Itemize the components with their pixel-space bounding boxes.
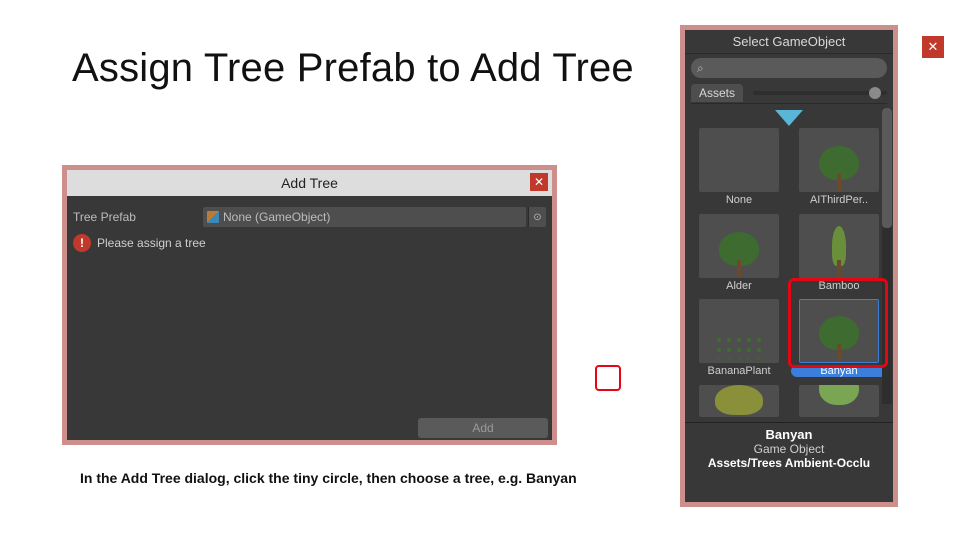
selection-details: Banyan Game Object Assets/Trees Ambient-… xyxy=(685,422,893,476)
add-tree-dialog: Add Tree ✕ Tree Prefab None (GameObject)… xyxy=(62,165,557,445)
close-icon[interactable]: ✕ xyxy=(922,36,944,58)
tab-assets[interactable]: Assets xyxy=(691,84,743,102)
add-button[interactable]: Add xyxy=(418,418,548,438)
search-input[interactable]: ⌕ xyxy=(691,58,887,78)
asset-tile-none[interactable]: None xyxy=(691,128,787,210)
selection-type: Game Object xyxy=(685,442,893,456)
add-tree-title: Add Tree xyxy=(281,175,338,191)
asset-label: AIThirdPer.. xyxy=(791,194,887,206)
warning-icon: ! xyxy=(73,234,91,252)
annotation-highlight xyxy=(595,365,621,391)
thumbnail-icon xyxy=(699,385,779,417)
thumbnail-icon xyxy=(699,299,779,363)
thumbnail-icon xyxy=(799,214,879,278)
add-tree-body xyxy=(67,252,552,416)
zoom-thumb[interactable] xyxy=(869,87,881,99)
annotation-highlight xyxy=(788,278,888,368)
warning-row: ! Please assign a tree xyxy=(73,234,546,252)
asset-grid: None AIThirdPer.. Alder Bamboo Ban xyxy=(685,126,893,422)
asset-tile[interactable]: Alder xyxy=(691,214,787,296)
close-icon[interactable]: ✕ xyxy=(530,173,548,191)
asset-tile[interactable]: BananaPlant xyxy=(691,299,787,381)
selection-path: Assets/Trees Ambient-Occlu xyxy=(685,456,893,470)
add-tree-footer: Add xyxy=(67,416,552,440)
object-picker-button[interactable]: ⊙ xyxy=(528,207,546,227)
select-gameobject-panel: Select GameObject ⌕ Assets None AIThirdP… xyxy=(680,25,898,507)
slide-caption: In the Add Tree dialog, click the tiny c… xyxy=(80,470,577,486)
asset-tile[interactable]: AIThirdPer.. xyxy=(791,128,887,210)
warning-text: Please assign a tree xyxy=(97,236,206,250)
zoom-slider[interactable] xyxy=(753,91,887,95)
tree-prefab-row: Tree Prefab None (GameObject) ⊙ xyxy=(73,206,546,228)
asset-label: Alder xyxy=(691,280,787,292)
tree-prefab-field[interactable]: None (GameObject) xyxy=(203,207,526,227)
slide-title: Assign Tree Prefab to Add Tree xyxy=(72,46,634,91)
asset-tile[interactable] xyxy=(691,385,787,421)
tree-prefab-value: None (GameObject) xyxy=(223,210,330,224)
add-tree-titlebar[interactable]: Add Tree ✕ xyxy=(67,170,552,196)
thumbnail-icon xyxy=(699,214,779,278)
asset-label: BananaPlant xyxy=(691,365,787,377)
select-gameobject-title: Select GameObject xyxy=(685,30,893,54)
chevron-down-icon xyxy=(775,110,803,126)
thumbnail-icon xyxy=(799,128,879,192)
picker-tabs: Assets xyxy=(691,82,887,104)
selection-name: Banyan xyxy=(685,427,893,442)
search-icon: ⌕ xyxy=(697,61,704,76)
asset-label: None xyxy=(691,194,787,206)
asset-tile[interactable] xyxy=(791,385,887,421)
thumbnail-none-icon xyxy=(699,128,779,192)
gameobject-icon xyxy=(207,211,219,223)
tree-prefab-label: Tree Prefab xyxy=(73,210,203,224)
thumbnail-icon xyxy=(799,385,879,417)
scrollbar-thumb[interactable] xyxy=(882,108,892,228)
